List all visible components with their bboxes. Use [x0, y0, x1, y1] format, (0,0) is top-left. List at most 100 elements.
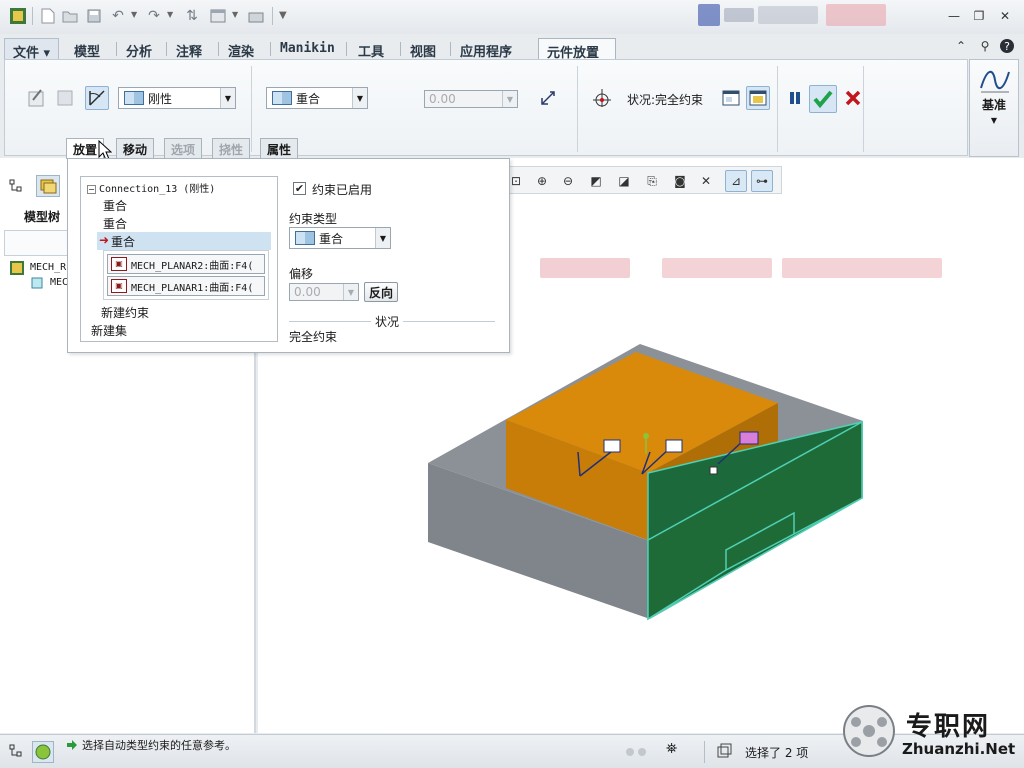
- tab-annotate[interactable]: 注释: [168, 38, 210, 60]
- constraint-status-label: 状况:完全约束: [627, 93, 704, 107]
- flip-direction-icon[interactable]: [536, 86, 560, 110]
- help-icon[interactable]: ?: [998, 38, 1016, 54]
- minimize-icon[interactable]: —: [945, 8, 963, 24]
- tree-item-part[interactable]: MEC: [50, 277, 68, 288]
- constraint-type-label: 约束类型: [289, 212, 338, 226]
- view-toolbar: ⊡ ⊕ ⊖ ◩ ◪ ⎘ ◙ ✕ ⊿ ⊶: [500, 166, 782, 194]
- datum-button[interactable]: 基准 ▼: [969, 59, 1019, 157]
- windows-icon[interactable]: [208, 6, 228, 26]
- constraint-enabled-checkbox[interactable]: ✔: [293, 182, 306, 195]
- predefined-icon[interactable]: [53, 86, 77, 110]
- annotation-display-icon[interactable]: ⊶: [751, 170, 773, 192]
- mechanism-connection-icon[interactable]: [85, 86, 109, 110]
- pause-icon[interactable]: [783, 86, 807, 110]
- constraint-item[interactable]: 重合: [103, 215, 127, 232]
- spin-center-icon[interactable]: ⊿: [725, 170, 747, 192]
- surface-ref-icon: ▣: [111, 257, 127, 271]
- repaint-icon[interactable]: ◩: [585, 170, 607, 192]
- new-file-icon[interactable]: [38, 6, 58, 26]
- current-arrow-icon: ➜: [99, 233, 110, 247]
- tab-model[interactable]: 模型: [66, 38, 108, 60]
- close-window-icon[interactable]: [246, 6, 266, 26]
- assembly-window-icon[interactable]: [746, 86, 770, 110]
- zoom-out-icon[interactable]: ⊖: [557, 170, 579, 192]
- restore-icon[interactable]: ❐: [970, 8, 988, 24]
- model-tree-toggle-icon[interactable]: [8, 743, 24, 762]
- new-constraint-link[interactable]: 新建约束: [101, 304, 149, 321]
- open-file-icon[interactable]: [60, 6, 80, 26]
- chevron-down-icon: ▼: [990, 116, 998, 125]
- customize-toolbar-icon[interactable]: ▼: [279, 10, 287, 21]
- chevron-down-icon: ▼: [343, 284, 358, 300]
- collapse-icon[interactable]: −: [87, 185, 96, 194]
- user-defined-icon[interactable]: [25, 86, 49, 110]
- chevron-down-icon: ▼: [352, 88, 367, 108]
- new-set-link[interactable]: 新建集: [91, 322, 127, 339]
- redo-dropdown-icon[interactable]: ▼: [167, 10, 173, 19]
- constraint-type-select[interactable]: 重合 ▼: [266, 87, 368, 109]
- tab-manikin[interactable]: Manikin: [272, 38, 343, 60]
- tab-analysis[interactable]: 分析: [118, 38, 160, 60]
- collapse-ribbon-icon[interactable]: ⌃: [952, 38, 970, 54]
- offset-input[interactable]: 0.00 ▼: [424, 90, 518, 108]
- view-manager-icon[interactable]: ◙: [669, 170, 691, 192]
- panel-offset-input[interactable]: 0.00 ▼: [289, 283, 359, 301]
- connection-type-select[interactable]: 刚性 ▼: [118, 87, 236, 109]
- close-icon[interactable]: ✕: [996, 8, 1014, 24]
- saved-orientations-icon[interactable]: ⎘: [641, 170, 663, 192]
- windows-dropdown-icon[interactable]: ▼: [232, 10, 238, 19]
- chevron-down-icon: ▼: [502, 91, 517, 107]
- search-icon[interactable]: ⚲: [976, 38, 994, 54]
- flip-button[interactable]: 反向: [364, 282, 398, 302]
- chevron-down-icon: ▼: [375, 228, 390, 248]
- reference-1[interactable]: ▣ MECH_PLANAR2:曲面:F4(: [107, 254, 265, 274]
- folder-browser-tab-icon[interactable]: [36, 175, 60, 197]
- display-style-icon[interactable]: ◪: [613, 170, 635, 192]
- panel-constraint-type-select[interactable]: 重合 ▼: [289, 227, 391, 249]
- cancel-button[interactable]: [841, 86, 865, 110]
- status-message: 选择自动类型约束的任意参考。: [82, 739, 236, 752]
- reference-2[interactable]: ▣ MECH_PLANAR1:曲面:F4(: [107, 276, 265, 296]
- watermark-url: Zhuanzhi.Net: [902, 740, 1016, 758]
- tab-render[interactable]: 渲染: [220, 38, 262, 60]
- tree-item-assembly[interactable]: MECH_R: [30, 262, 66, 273]
- tree-filter-field[interactable]: [4, 230, 68, 256]
- message-arrow-icon: [66, 739, 78, 754]
- surface-ref-icon: ▣: [111, 279, 127, 293]
- tab-view[interactable]: 视图: [402, 38, 444, 60]
- offset-label: 偏移: [289, 267, 314, 281]
- datum-display-icon[interactable]: ✕: [695, 170, 717, 192]
- undo-dropdown-icon[interactable]: ▼: [131, 10, 137, 19]
- selected-constraint-row[interactable]: ➜ 重合: [97, 232, 271, 250]
- constraint-item[interactable]: 重合: [103, 197, 127, 214]
- part-icon: [30, 276, 44, 293]
- watermark-logo: 专职网 Zhuanzhi.Net: [840, 700, 1024, 764]
- regenerate-icon[interactable]: ⇅: [182, 6, 202, 26]
- undo-icon[interactable]: ↶: [108, 6, 128, 26]
- tab-component-placement[interactable]: 元件放置: [538, 38, 616, 61]
- model-tree-tab-icon[interactable]: [8, 178, 24, 197]
- connection-row[interactable]: − Connection_13 (刚性): [87, 180, 215, 195]
- svg-text:?: ?: [1004, 40, 1010, 53]
- rigid-icon: [124, 91, 144, 105]
- soccer-ball-icon: [843, 705, 895, 757]
- move-component-icon[interactable]: [590, 86, 614, 110]
- tab-options[interactable]: 选项: [164, 138, 203, 158]
- save-icon[interactable]: [84, 6, 104, 26]
- tab-flexibility[interactable]: 挠性: [212, 138, 251, 158]
- separate-window-icon[interactable]: [719, 86, 743, 110]
- tab-properties[interactable]: 属性: [260, 138, 299, 158]
- browser-toggle-icon[interactable]: [32, 741, 54, 763]
- coincident-icon: [295, 231, 315, 245]
- zoom-in-icon[interactable]: ⊕: [531, 170, 553, 192]
- tab-file[interactable]: 文件 ▾: [4, 38, 60, 61]
- coincident-icon: [272, 91, 292, 105]
- assembly-icon: [10, 261, 24, 278]
- confirm-button[interactable]: [809, 85, 837, 113]
- tab-move[interactable]: 移动: [116, 138, 155, 158]
- find-icon[interactable]: ⛯: [666, 741, 677, 757]
- tab-applications[interactable]: 应用程序: [452, 38, 520, 60]
- app-logo-icon: [8, 6, 28, 26]
- redo-icon[interactable]: ↷: [144, 6, 164, 26]
- tab-tools[interactable]: 工具: [350, 38, 392, 60]
